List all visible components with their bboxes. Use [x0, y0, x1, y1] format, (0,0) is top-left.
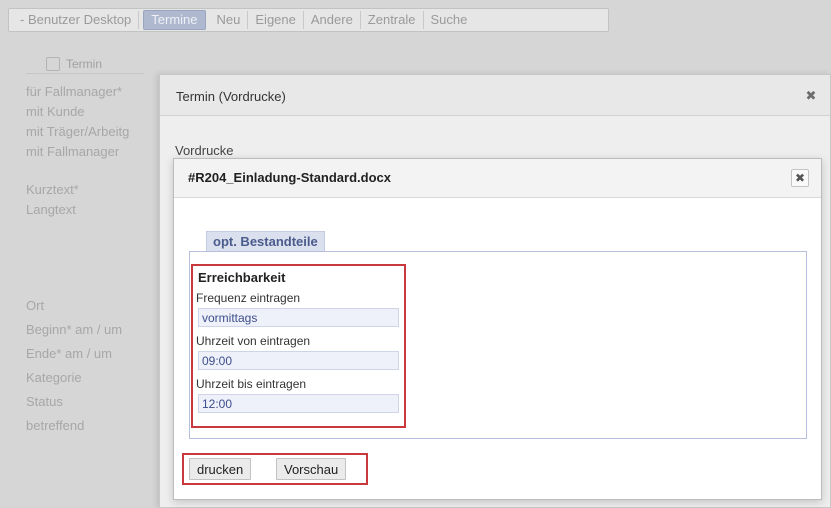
tab-neu[interactable]: Neu [210, 11, 249, 29]
label-kunde: mit Kunde [26, 104, 85, 119]
label-ende: Ende* am / um [26, 346, 112, 361]
uhrzeit-bis-input[interactable] [198, 394, 399, 413]
label-status: Status [26, 394, 63, 409]
label-langtext: Langtext [26, 202, 76, 217]
document-dialog: #R204_Einladung-Standard.docx ✖ opt. Bes… [173, 158, 822, 500]
subtab-termin[interactable]: Termin [26, 54, 144, 74]
tab-termine[interactable]: Termine [143, 10, 206, 30]
tab-zentrale[interactable]: Zentrale [361, 11, 424, 29]
label-traeger: mit Träger/Arbeitg [26, 124, 130, 139]
tab-andere[interactable]: Andere [304, 11, 361, 29]
uhrzeit-von-input[interactable] [198, 351, 399, 370]
uhrzeit-bis-label: Uhrzeit bis eintragen [196, 377, 307, 391]
label-beginn: Beginn* am / um [26, 322, 123, 337]
frequenz-input[interactable] [198, 308, 399, 327]
preview-button[interactable]: Vorschau [276, 458, 347, 480]
label-kurztext: Kurztext* [26, 182, 79, 197]
close-icon[interactable]: ✖ [791, 169, 809, 187]
label-mit-fallmanager: mit Fallmanager [26, 144, 120, 159]
main-tabbar: - Benutzer Desktop Termine Neu Eigene An… [8, 8, 609, 32]
vordrucke-section-label: Vordrucke [175, 143, 234, 158]
vordrucke-dialog-header: Termin (Vordrucke) ✖ [160, 75, 830, 116]
print-button[interactable]: drucken [189, 458, 252, 480]
vordrucke-dialog-title: Termin (Vordrucke) [176, 89, 286, 104]
document-dialog-header: #R204_Einladung-Standard.docx ✖ [174, 159, 821, 198]
tab-opt-bestandteile[interactable]: opt. Bestandteile [206, 231, 325, 252]
label-betreffend: betreffend [26, 418, 85, 433]
document-icon [46, 56, 60, 71]
tab-benutzer-desktop[interactable]: - Benutzer Desktop [13, 11, 140, 29]
label-fallmanager: für Fallmanager* [26, 84, 123, 99]
frequenz-label: Frequenz eintragen [196, 291, 301, 305]
label-kategorie: Kategorie [26, 370, 82, 385]
document-dialog-title: #R204_Einladung-Standard.docx [188, 170, 391, 185]
subtab-termin-label: Termin [66, 56, 103, 71]
group-title-erreichbarkeit: Erreichbarkeit [198, 270, 286, 285]
uhrzeit-von-label: Uhrzeit von eintragen [196, 334, 311, 348]
tab-eigene[interactable]: Eigene [248, 11, 304, 29]
tab-suche[interactable]: Suche [424, 11, 475, 29]
label-ort: Ort [26, 298, 45, 313]
close-icon[interactable]: ✖ [804, 89, 818, 103]
